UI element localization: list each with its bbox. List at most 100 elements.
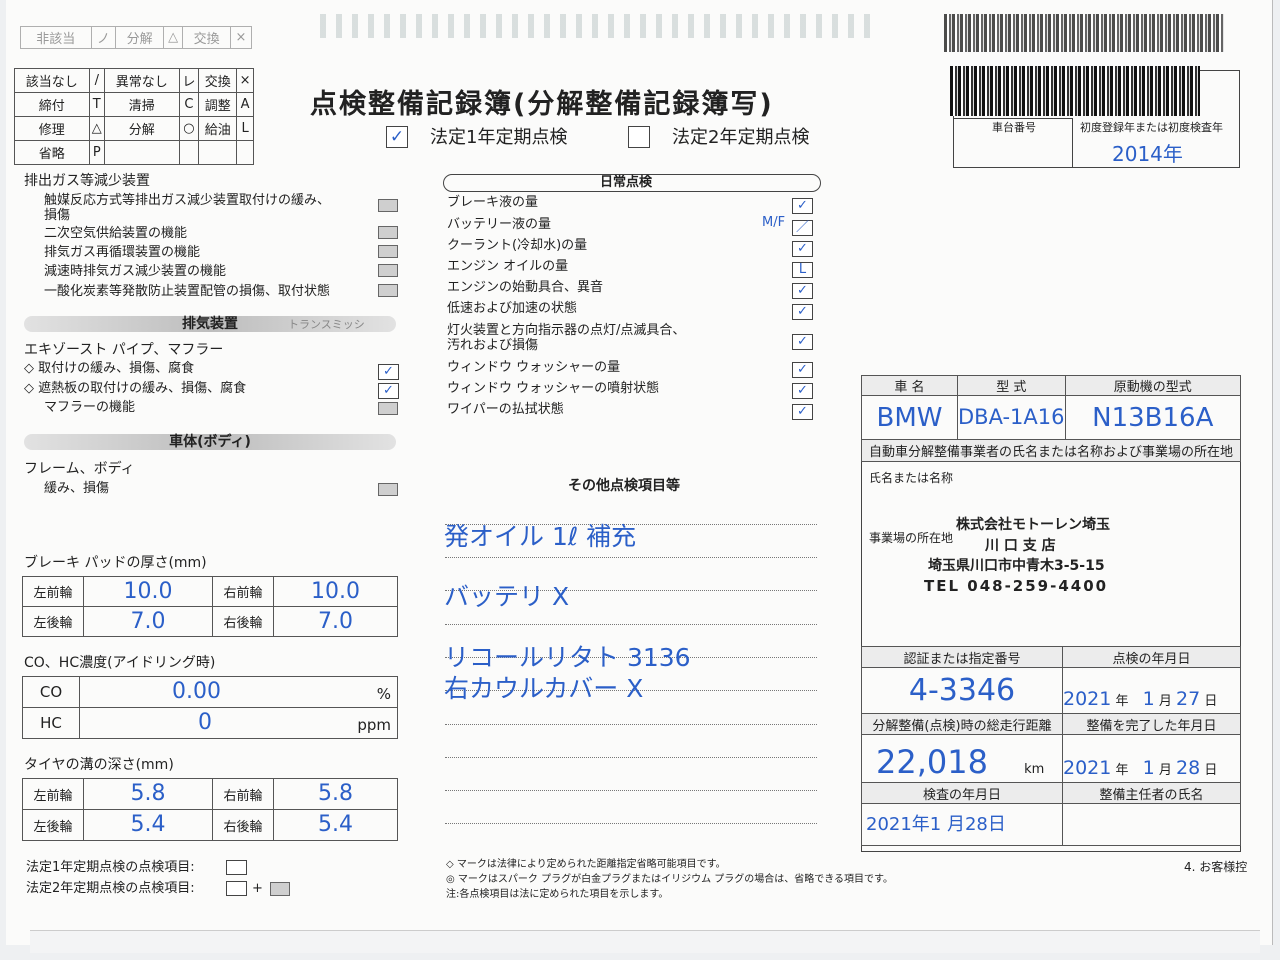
insp-month: 1 — [1142, 688, 1155, 710]
co-value: 0.00 — [172, 679, 221, 704]
brake-label: 右前輪 — [212, 576, 274, 607]
brake-table: 左前輪 10.0 右前輪 10.0 左後輪 7.0 右後輪 7.0 — [22, 576, 398, 637]
shaded-checkbox — [378, 483, 398, 496]
daily-check[interactable]: ✓ — [792, 404, 813, 420]
shaded-checkbox — [378, 284, 398, 297]
legend-cell: × — [229, 26, 253, 49]
exhaust-item: ◇ 遮熱板の取付けの緩み、損傷、腐食 — [24, 381, 247, 396]
option2-checkbox[interactable] — [628, 126, 650, 148]
tire-title: タイヤの溝の深さ(mm) — [24, 757, 174, 773]
option1-checkbox[interactable]: ✓ — [386, 126, 408, 148]
daily-check[interactable]: ✓ — [792, 383, 813, 399]
legend-cell: △ — [162, 26, 184, 49]
mark-legend: 該当なし / 異常なしレ 交換 × 締付 T 清掃 C 調整 A 修理 △ 分解 ○ 給油 L … — [14, 68, 254, 165]
vehicle-header: 型 式 — [957, 375, 1066, 396]
legend-cell: 分解 — [104, 116, 180, 141]
daily-check[interactable]: ／ — [792, 220, 813, 236]
day-unit: 日 — [1204, 694, 1218, 709]
branch-name: 川 口 支 店 — [985, 538, 1056, 554]
shaded-checkbox — [378, 199, 398, 212]
other-title: その他点検項目等 — [568, 478, 680, 494]
other-line: リコールリタト 3136 — [444, 643, 691, 672]
faint-bleed-text: トランスミッシ — [288, 318, 365, 331]
exhaust-check-1[interactable]: ✓ — [378, 364, 399, 380]
shaded-checkbox — [378, 226, 398, 239]
daily-check[interactable]: L — [792, 262, 813, 278]
legend-cell: 省略 — [14, 140, 90, 165]
insp-year: 2021 — [1063, 688, 1112, 710]
odo-value: 22,018 — [876, 743, 988, 781]
body-band-label: 車体(ボディ) — [169, 434, 251, 450]
vehicle-engine-cell: N13B16A — [1064, 395, 1242, 440]
cohc-table: CO 0.00 % HC 0 ppm — [22, 676, 398, 739]
brake-label: 右後輪 — [212, 606, 274, 637]
legend-cell: △ — [88, 116, 106, 141]
emission-item: 損傷 — [44, 208, 71, 223]
vehicle-table: 車 名 型 式 原動機の型式 BMW DBA-1A16 N13B16A 自動車分… — [861, 375, 1242, 462]
vehicle-header: 車 名 — [861, 375, 958, 396]
other-line: 発オイル 1ℓ 補充 — [444, 522, 637, 551]
daily-item: ブレーキ液の量 — [447, 195, 539, 210]
done-label: 整備を完了した年月日 — [1062, 713, 1241, 735]
daily-item: 汚れおよび損傷 — [447, 338, 539, 353]
exhaust-title: エキゾースト パイプ、マフラー — [24, 342, 224, 358]
dotted-line — [445, 557, 817, 558]
daily-item: クーラント(冷却水)の量 — [447, 238, 588, 253]
daily-check[interactable]: ✓ — [792, 283, 813, 299]
option2-label: 法定2年定期点検 — [672, 127, 810, 148]
emission-item: 減速時排気ガス減少装置の機能 — [44, 264, 227, 279]
hc-label: HC — [22, 707, 80, 739]
cohc-title: CO、HC濃度(アイドリング時) — [24, 655, 216, 671]
body-title: フレーム、ボディ — [24, 461, 135, 477]
legend-cell: 分解 — [115, 26, 164, 49]
legend-cell: A — [236, 92, 254, 117]
daily-item: 灯火装置と方向指示器の点灯/点滅具合、 — [447, 323, 686, 338]
vehicle-name-cell: BMW — [861, 395, 958, 440]
legend-cell: × — [236, 68, 254, 93]
tire-value: 5.4 — [83, 809, 213, 841]
exhaust-band-label: 排気装置 — [182, 316, 238, 332]
hc-unit: ppm — [357, 716, 391, 734]
legend-cell — [198, 140, 238, 165]
month-unit: 月 — [1158, 694, 1172, 709]
insp-date-cell: 2021 年 1 月 27 日 — [1062, 667, 1241, 714]
hc-cell: 0 ppm — [79, 707, 398, 739]
legal2-plus: + — [252, 881, 263, 896]
daily-item: ウィンドウ ウォッシャーの量 — [447, 360, 621, 375]
daily-check[interactable]: ✓ — [792, 334, 813, 350]
dotted-line — [445, 724, 817, 725]
daily-check[interactable]: ✓ — [792, 198, 813, 214]
brake-value-text: 10.0 — [311, 578, 360, 604]
exam-value: 2021年1 月28日 — [866, 813, 1006, 835]
done-date-cell: 2021 年 1 月 28 日 — [1062, 734, 1241, 783]
exhaust-item: マフラーの機能 — [44, 400, 136, 415]
chief-cell — [1062, 803, 1241, 846]
emission-title: 排出ガス等減少装置 — [24, 173, 150, 189]
tire-value-text: 5.8 — [130, 781, 166, 806]
done-day: 28 — [1176, 757, 1201, 779]
tire-value-text: 5.4 — [130, 812, 166, 837]
shaded-checkbox — [378, 264, 398, 277]
reg-label: 車台番号 — [992, 121, 1036, 134]
brake-value: 7.0 — [273, 606, 398, 637]
location-label: 事業場の所在地 — [869, 531, 954, 545]
brake-value: 10.0 — [273, 576, 398, 607]
daily-check[interactable]: ✓ — [792, 304, 813, 320]
body-item: 緩み、損傷 — [44, 481, 110, 496]
year-unit: 年 — [1115, 763, 1129, 778]
page-title: 点検整備記録簿(分解整備記録簿写) — [310, 89, 774, 120]
daily-check[interactable]: ✓ — [792, 241, 813, 257]
other-line: 右カウルカバー X — [444, 674, 644, 703]
odo-cell: 22,018 km — [861, 734, 1063, 783]
vehicle-type-cell: DBA-1A16 — [957, 395, 1066, 440]
exhaust-check-2[interactable]: ✓ — [378, 383, 399, 399]
daily-check[interactable]: ✓ — [792, 362, 813, 378]
legend-cell — [104, 140, 180, 165]
option1-label: 法定1年定期点検 — [430, 127, 568, 148]
emission-item: 二次空気供給装置の機能 — [44, 226, 188, 241]
year-unit: 年 — [1115, 694, 1129, 709]
exhaust-item: ◇ 取付けの緩み、損傷、腐食 — [24, 361, 195, 376]
exam-cell: 2021年1 月28日 — [861, 803, 1063, 846]
tire-label: 左後輪 — [22, 809, 84, 841]
legend-cell: 修理 — [14, 116, 90, 141]
